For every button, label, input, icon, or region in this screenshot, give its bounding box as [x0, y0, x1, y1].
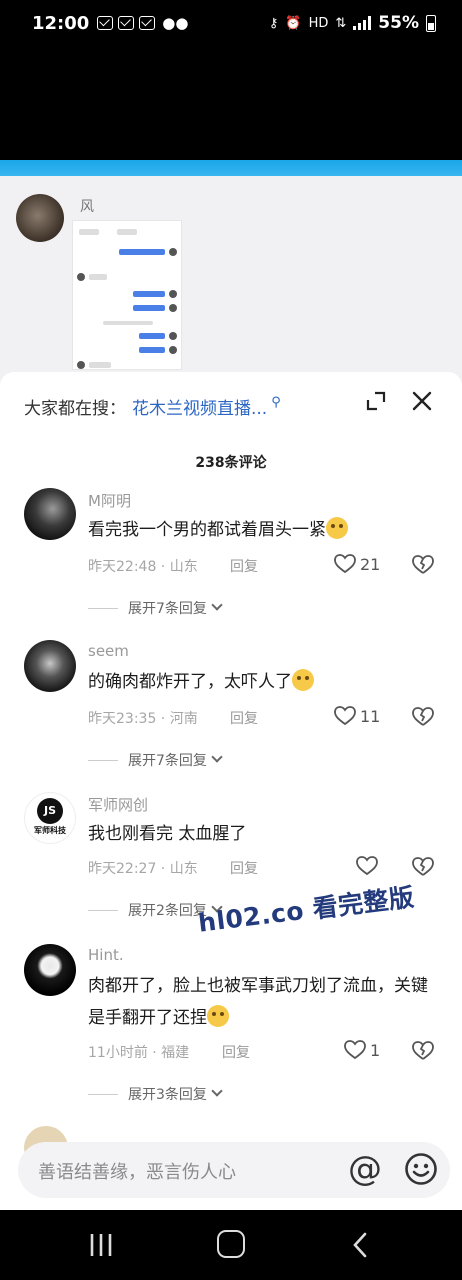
comment-author[interactable]: 军师网创: [88, 794, 148, 815]
avatar[interactable]: [24, 640, 76, 692]
battery-icon: [426, 14, 436, 32]
signal-icon: [353, 16, 372, 30]
video-progress-strip: [0, 160, 462, 176]
chevron-down-icon: [211, 751, 223, 763]
comment-text: 我也刚看完 太血腥了: [88, 824, 247, 844]
comment-item: Hint. 肉都开了，脸上也被军事武刀划了流血，关键是手翻开了还捏 11小时前 …: [0, 944, 462, 1114]
expand-replies-label: 展开7条回复: [128, 753, 207, 769]
post-image[interactable]: [72, 220, 182, 370]
broken-heart-icon[interactable]: [412, 707, 434, 727]
broken-heart-icon[interactable]: [412, 555, 434, 575]
comment-count: 238条评论: [195, 455, 267, 471]
comment-text-content: 肉都开了，脸上也被军事武刀划了流血，关键是手翻开了还捏: [88, 976, 428, 1028]
avatar[interactable]: [24, 944, 76, 996]
heart-icon: [334, 554, 356, 574]
comment-time-location: 昨天22:48 · 山东: [88, 559, 198, 575]
mail-icon: [97, 16, 114, 30]
comment-author[interactable]: Hint.: [88, 946, 124, 964]
like-count: 11: [360, 706, 381, 726]
comment-author[interactable]: seem: [88, 642, 129, 660]
heart-icon: [356, 856, 378, 876]
comment-time-location: 昨天22:27 · 山东: [88, 861, 198, 877]
emoji-icon[interactable]: [404, 1152, 438, 1186]
status-bar: 12:00 ●● ⚷ ⏰ HD ⇅ 55%: [0, 0, 462, 46]
crying-emoji-icon: [207, 1005, 229, 1027]
expand-replies-button[interactable]: 展开7条回复: [88, 598, 223, 618]
video-area[interactable]: [0, 46, 462, 160]
avatar[interactable]: [24, 488, 76, 540]
avatar-logo: JS: [37, 798, 63, 824]
data-arrows-icon: ⇅: [335, 15, 347, 31]
comment-text: 肉都开了，脸上也被军事武刀划了流血，关键是手翻开了还捏: [88, 970, 440, 1034]
broken-heart-icon[interactable]: [412, 1041, 434, 1061]
reply-button[interactable]: 回复: [230, 708, 258, 728]
comment-input-placeholder: 善语结善缘，恶言伤人心: [38, 1162, 236, 1183]
key-icon: ⚷: [268, 15, 279, 31]
author-avatar[interactable]: [16, 194, 64, 242]
network-label: HD: [308, 15, 329, 31]
broken-heart-icon[interactable]: [412, 857, 434, 877]
trending-search-link[interactable]: 花木兰视频直播...: [132, 394, 267, 419]
wechat-icon: ●●: [162, 14, 189, 32]
trending-search-label: 大家都在搜：: [24, 399, 126, 419]
like-button[interactable]: 21: [334, 554, 380, 574]
comment-text-content: 的确肉都炸开了，太吓人了: [88, 672, 292, 692]
grimace-emoji-icon: [326, 517, 348, 539]
comment-text: 看完我一个男的都试着眉头一紧: [88, 514, 440, 546]
system-nav-bar: [0, 1210, 462, 1280]
chevron-down-icon: [211, 599, 223, 611]
pleading-emoji-icon: [292, 669, 314, 691]
like-button[interactable]: 11: [334, 706, 380, 726]
status-time: 12:00: [32, 12, 90, 34]
reply-button[interactable]: 回复: [222, 1042, 250, 1062]
mail-icon: [118, 16, 135, 30]
back-icon[interactable]: [352, 1232, 368, 1258]
battery-percent: 55%: [378, 13, 419, 33]
author-name: 风: [80, 199, 94, 215]
heart-icon: [334, 706, 356, 726]
post-preview: 风: [0, 176, 462, 396]
comment-author[interactable]: M阿明: [88, 490, 131, 511]
search-icon[interactable]: ⚲: [271, 395, 281, 410]
heart-icon: [344, 1040, 366, 1060]
trending-search[interactable]: 大家都在搜： 花木兰视频直播... ⚲: [24, 394, 281, 419]
reply-button[interactable]: 回复: [230, 556, 258, 576]
comment-text: 的确肉都炸开了，太吓人了: [88, 666, 440, 698]
comment-time-location: 昨天23:35 · 河南: [88, 711, 198, 727]
mail-icon: [139, 16, 156, 30]
like-button[interactable]: 1: [344, 1040, 380, 1060]
comment-item: M阿明 看完我一个男的都试着眉头一紧 昨天22:48 · 山东 回复 21 展开…: [0, 488, 462, 638]
like-button[interactable]: [356, 856, 382, 876]
avatar[interactable]: JS 军师科技: [24, 792, 76, 844]
comment-sheet: 大家都在搜： 花木兰视频直播... ⚲ 238条评论 M阿明 看完我一个男的都试…: [0, 372, 462, 1210]
comment-text-content: 看完我一个男的都试着眉头一紧: [88, 520, 326, 540]
comment-item: seem 的确肉都炸开了，太吓人了 昨天23:35 · 河南 回复 11 展开7…: [0, 640, 462, 790]
recents-icon[interactable]: [88, 1232, 114, 1258]
alarm-icon: ⏰: [285, 15, 302, 31]
expand-replies-label: 展开7条回复: [128, 601, 207, 617]
avatar-caption: 军师科技: [34, 826, 66, 835]
like-count: 21: [360, 554, 381, 574]
chevron-down-icon: [211, 1085, 223, 1097]
home-icon[interactable]: [217, 1230, 245, 1258]
comment-time-location: 11小时前 · 福建: [88, 1045, 190, 1061]
close-icon[interactable]: [410, 389, 434, 413]
mention-icon[interactable]: @: [346, 1150, 384, 1188]
comment-input[interactable]: 善语结善缘，恶言伤人心 @: [18, 1142, 450, 1198]
expand-replies-button[interactable]: 展开7条回复: [88, 750, 223, 770]
expand-replies-label: 展开3条回复: [128, 1087, 207, 1103]
expand-icon[interactable]: [366, 391, 386, 411]
expand-replies-button[interactable]: 展开3条回复: [88, 1084, 223, 1104]
like-count: 1: [370, 1040, 381, 1060]
reply-button[interactable]: 回复: [230, 858, 258, 878]
